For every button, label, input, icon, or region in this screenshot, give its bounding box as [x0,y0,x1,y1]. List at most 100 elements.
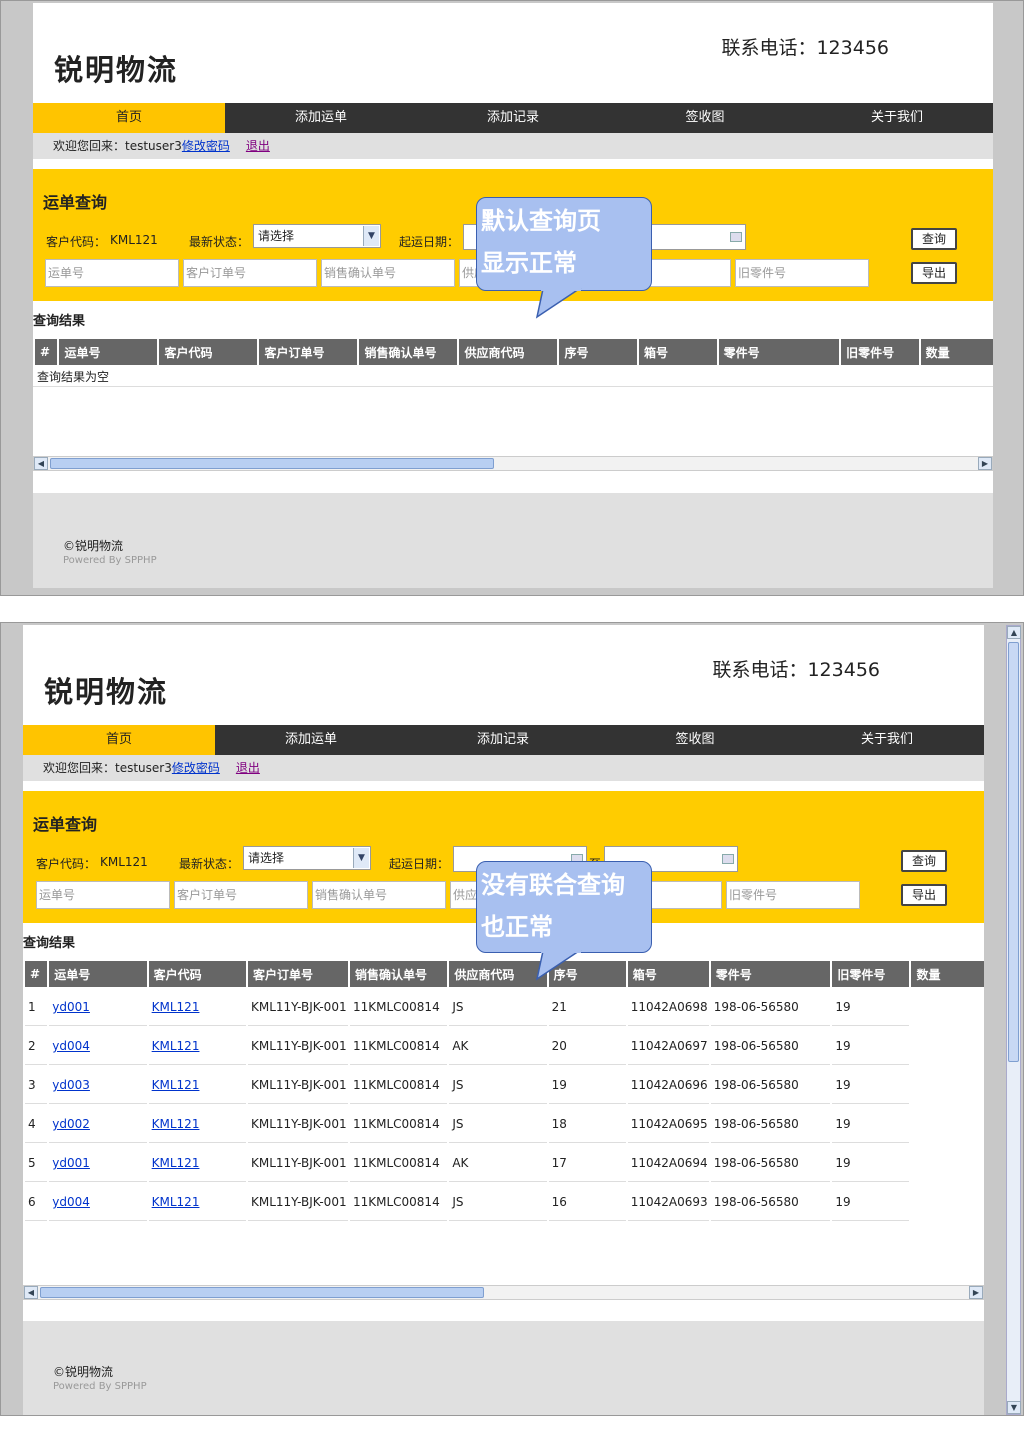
horizontal-scrollbar[interactable]: ◀ ▶ [33,456,993,471]
customer-link[interactable]: KML121 [152,1195,200,1209]
table-cell: 2 [25,1028,48,1065]
table-cell: 11KMLC00814 [349,1067,448,1104]
table-row[interactable]: 5 yd001 KML121 KML11Y-BJK-001 11KMLC00814 AK 1… [25,1145,984,1182]
contact-phone: 联系电话：123456 [721,37,889,59]
table-cell: 11042A0697 [627,1028,709,1065]
customer-link[interactable]: KML121 [152,1039,200,1053]
table-cell: 198-06-56580 [710,1184,831,1221]
table-cell: yd001 [49,989,147,1026]
callout-line: 默认查询页 [481,207,601,235]
nav-home[interactable]: 首页 [23,725,215,755]
table-cell: KML11Y-BJK-001 [247,1184,348,1221]
customer-code-value: KML121 [100,855,148,869]
column-header: 数量 [911,961,984,987]
table-cell: 11042A0698 [627,989,709,1026]
waybill-input[interactable]: 运单号 [45,259,179,287]
column-header: 箱号 [627,961,709,987]
customer-code-label: 客户代码： [46,235,107,249]
logout-link[interactable]: 退出 [246,139,270,153]
sales-confirm-input[interactable]: 销售确认单号 [312,881,446,909]
change-password-link[interactable]: 修改密码 [172,761,220,775]
scroll-right-icon[interactable]: ▶ [969,1286,983,1299]
table-row[interactable]: 4 yd002 KML121 KML11Y-BJK-001 11KMLC00814 JS 1… [25,1106,984,1143]
nav-about[interactable]: 关于我们 [791,725,983,755]
scroll-thumb[interactable] [50,458,494,469]
status-select[interactable]: 请选择 ▼ [253,224,381,248]
scroll-up-icon[interactable]: ▲ [1007,626,1021,639]
export-button[interactable]: 导出 [901,884,947,906]
scroll-left-icon[interactable]: ◀ [34,457,48,470]
old-part-number-input[interactable]: 旧零件号 [735,259,869,287]
status-select-value: 请选择 [248,851,285,865]
customer-link[interactable]: KML121 [152,1000,200,1014]
waybill-link[interactable]: yd004 [52,1039,90,1053]
customer-link[interactable]: KML121 [152,1156,200,1170]
table-cell: KML121 [148,989,246,1026]
table-cell: KML121 [148,1028,246,1065]
callout-tail [535,287,582,319]
nav-home[interactable]: 首页 [33,103,225,133]
waybill-link[interactable]: yd001 [52,1156,90,1170]
waybill-input[interactable]: 运单号 [36,881,170,909]
horizontal-scrollbar[interactable]: ◀ ▶ [23,1285,984,1300]
table-cell: 11KMLC00814 [349,1028,448,1065]
column-header: 旧零件号 [832,961,910,987]
column-header: 零件号 [718,339,840,365]
table-row[interactable]: 2 yd004 KML121 KML11Y-BJK-001 11KMLC00814 AK 2… [25,1028,984,1065]
customer-order-input[interactable]: 客户订单号 [174,881,308,909]
copyright: ©锐明物流 [63,539,124,553]
table-row[interactable]: 3 yd003 KML121 KML11Y-BJK-001 11KMLC00814 JS 1… [25,1067,984,1104]
table-row[interactable]: 1 yd001 KML121 KML11Y-BJK-001 11KMLC00814 JS 2… [25,989,984,1026]
scroll-left-icon[interactable]: ◀ [24,1286,38,1299]
nav-about[interactable]: 关于我们 [801,103,993,133]
table-row[interactable]: 6 yd004 KML121 KML11Y-BJK-001 11KMLC00814 JS 1… [25,1184,984,1221]
nav-add-waybill[interactable]: 添加运单 [225,103,417,133]
table-cell: 1 [25,989,48,1026]
customer-link[interactable]: KML121 [152,1117,200,1131]
column-header: 旧零件号 [841,339,919,365]
callout-line: 显示正常 [481,249,577,277]
change-password-link[interactable]: 修改密码 [182,139,230,153]
screenshot-no-combined-query: 锐明物流 联系电话：123456 首页 添加运单 添加记录 签收图 关于我们 欢… [0,622,1024,1416]
customer-code-value: KML121 [110,233,158,247]
footer: ©锐明物流 Powered By SPPHP [33,493,993,588]
chevron-down-icon: ▼ [353,848,369,868]
table-cell: JS [449,1106,547,1143]
scroll-thumb[interactable] [1008,642,1019,1062]
table-cell: 11042A0694 [627,1145,709,1182]
scroll-down-icon[interactable]: ▼ [1007,1401,1021,1414]
table-cell: yd004 [49,1028,147,1065]
nav-signature[interactable]: 签收图 [609,103,801,133]
sales-confirm-input[interactable]: 销售确认单号 [321,259,455,287]
nav-add-waybill[interactable]: 添加运单 [215,725,407,755]
table-cell: 16 [548,1184,626,1221]
scroll-right-icon[interactable]: ▶ [978,457,992,470]
waybill-link[interactable]: yd004 [52,1195,90,1209]
column-header: 客户代码 [148,961,246,987]
query-button[interactable]: 查询 [901,850,947,872]
scroll-thumb[interactable] [40,1287,484,1298]
query-button[interactable]: 查询 [911,228,957,250]
waybill-link[interactable]: yd001 [52,1000,90,1014]
table-cell: KML11Y-BJK-001 [247,1028,348,1065]
nav-add-record[interactable]: 添加记录 [407,725,599,755]
nav-signature[interactable]: 签收图 [599,725,791,755]
table-cell: 11KMLC00814 [349,989,448,1026]
logout-link[interactable]: 退出 [236,761,260,775]
header: 锐明物流 联系电话：123456 [33,3,993,103]
status-label: 最新状态： [179,857,240,871]
status-select[interactable]: 请选择 ▼ [243,846,371,870]
waybill-link[interactable]: yd002 [52,1117,90,1131]
nav-add-record[interactable]: 添加记录 [417,103,609,133]
column-header: 销售确认单号 [349,961,448,987]
vertical-scrollbar[interactable]: ▲ ▼ [1006,625,1021,1415]
waybill-link[interactable]: yd003 [52,1078,90,1092]
table-cell: 19 [832,1145,910,1182]
table-cell: KML11Y-BJK-001 [247,1106,348,1143]
old-part-number-input[interactable]: 旧零件号 [726,881,860,909]
customer-order-input[interactable]: 客户订单号 [183,259,317,287]
customer-link[interactable]: KML121 [152,1078,200,1092]
export-button[interactable]: 导出 [911,262,957,284]
main-nav: 首页 添加运单 添加记录 签收图 关于我们 [33,103,993,133]
table-cell: 198-06-56580 [710,1067,831,1104]
